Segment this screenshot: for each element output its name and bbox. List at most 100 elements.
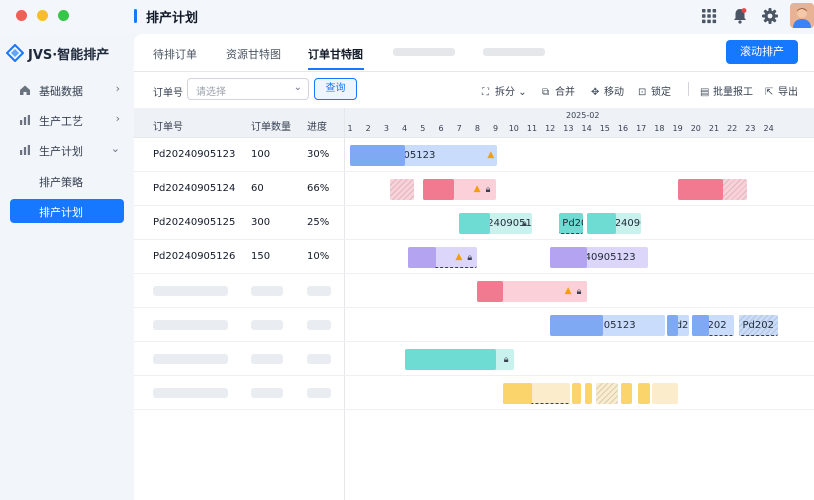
skeleton-cell: [307, 286, 331, 296]
batch-report-label: 批量报工: [713, 87, 753, 98]
page-title: 排产计划: [146, 11, 199, 26]
report-icon: ▤: [700, 87, 710, 98]
lock-icon: 🔒︎: [485, 185, 491, 195]
gantt-day-label: 2: [365, 124, 371, 133]
gantt-day-label: 12: [545, 124, 556, 133]
split-button[interactable]: ⛶ 拆分 ⌄: [482, 83, 527, 98]
gantt-day-label: 23: [745, 124, 756, 133]
gantt-day-label: 6: [438, 124, 444, 133]
lock-button[interactable]: ⊡ 锁定: [638, 83, 671, 98]
gantt-bar[interactable]: [586, 213, 616, 234]
split-icon: ⛶: [482, 87, 489, 98]
gantt-bar[interactable]: [621, 383, 633, 404]
gantt-bar[interactable]: [408, 247, 436, 268]
lock-icon: 🔒︎: [522, 219, 527, 229]
gantt-day-label: 19: [672, 124, 683, 133]
tab-order-gantt[interactable]: 订单甘特图: [308, 46, 363, 62]
split-label: 拆分: [495, 87, 515, 98]
gantt-day-label: 14: [581, 124, 592, 133]
order-select[interactable]: 请选择 ⌄: [187, 78, 309, 100]
gantt-bar[interactable]: [584, 383, 593, 404]
skeleton-cell: [307, 354, 331, 364]
gantt-bar[interactable]: [422, 179, 454, 200]
column-header-quantity: 订单数量: [251, 122, 291, 133]
gantt-bar[interactable]: [404, 349, 496, 370]
gantt-day-label: 4: [402, 124, 408, 133]
sidebar-item-production-plan[interactable]: 生产计划 ⌄: [10, 138, 124, 162]
gantt-bar[interactable]: [692, 315, 709, 336]
sidebar-item-scheduling-plan[interactable]: 排产计划: [10, 199, 124, 223]
merge-button[interactable]: ⧉ 合并: [542, 83, 575, 98]
gantt-bar[interactable]: [459, 213, 491, 234]
table-row[interactable]: [134, 376, 814, 410]
title-accent-bar: [134, 9, 137, 23]
skeleton-cell: [153, 286, 228, 296]
table-row[interactable]: [134, 274, 814, 308]
gantt-month-label: 2025-02: [566, 111, 600, 120]
rolling-schedule-button[interactable]: 滚动排产: [726, 40, 798, 64]
sidebar-item-scheduling-strategy[interactable]: 排产策略: [10, 169, 124, 193]
skeleton-cell: [251, 388, 283, 398]
gantt-bar[interactable]: [390, 179, 414, 200]
gantt-bar[interactable]: [666, 315, 678, 336]
gantt-bar[interactable]: [350, 145, 405, 166]
gantt-bar[interactable]: [477, 281, 503, 302]
table-header: 订单号 订单数量 进度 2025-02 1 2 3 4 5 6 7 8 9 10 11 12 13 14 1…: [134, 108, 814, 138]
gantt-day-label: 15: [599, 124, 610, 133]
apps-grid-icon[interactable]: [700, 7, 718, 25]
gantt-day-label: 21: [708, 124, 720, 133]
order-filter-label: 订单号: [153, 88, 183, 99]
sidebar: JVS·智能排产 基础数据 › 生产工艺 › 生产计划 ⌄ 排产策略 排产计划: [0, 34, 134, 500]
cell-order: Pd20240905123: [153, 149, 236, 160]
active-tab-indicator: [308, 68, 364, 70]
query-button[interactable]: 查询: [314, 78, 357, 100]
tab-resource-gantt[interactable]: 资源甘特图: [226, 46, 281, 62]
gantt-bar[interactable]: [550, 315, 603, 336]
chevron-right-icon: ›: [115, 112, 120, 125]
jvs-logo-icon: [6, 44, 24, 62]
window-minimize-button[interactable]: [37, 10, 48, 21]
gantt-day-label: 24: [763, 124, 774, 133]
skeleton-cell: [153, 354, 228, 364]
window-close-button[interactable]: [16, 10, 27, 21]
lock-label: 锁定: [651, 87, 671, 98]
warning-icon: ▲: [564, 286, 572, 296]
skeleton-cell: [307, 320, 331, 330]
tab-pending-orders[interactable]: 待排订单: [153, 46, 197, 62]
sidebar-item-basic-data[interactable]: 基础数据 ›: [10, 78, 124, 102]
gantt-bar[interactable]: [652, 383, 678, 404]
brand-logo[interactable]: JVS·智能排产: [6, 42, 130, 64]
filter-toolbar: 订单号 请选择 ⌄ 查询 ⛶ 拆分 ⌄ ⧉ 合并 ✥ 移动 ⊡ 锁定 ▤ 批量报工 ⇱ 导出: [134, 72, 814, 108]
gantt-bar[interactable]: [572, 383, 582, 404]
brand-name: JVS·智能排产: [28, 48, 110, 63]
sidebar-item-process[interactable]: 生产工艺 ›: [10, 108, 124, 132]
gantt-bar[interactable]: Pd202: [739, 315, 778, 336]
gantt-bar[interactable]: [677, 179, 724, 200]
bell-icon[interactable]: [731, 7, 749, 25]
move-button[interactable]: ✥ 移动: [591, 83, 624, 98]
gantt-day-label: 1: [347, 124, 353, 133]
gantt-bar[interactable]: [595, 383, 618, 404]
move-label: 移动: [604, 87, 624, 98]
home-icon: [19, 84, 31, 96]
lock-icon: 🔒︎: [467, 253, 473, 263]
gantt-day-label: 7: [456, 124, 462, 133]
user-avatar[interactable]: [790, 3, 814, 28]
gear-icon[interactable]: [761, 7, 779, 25]
sidebar-item-label: 生产工艺: [39, 115, 83, 128]
gantt-bar[interactable]: [637, 383, 651, 404]
cell-progress: 25%: [307, 217, 330, 228]
batch-report-button[interactable]: ▤ 批量报工: [700, 83, 753, 98]
move-icon: ✥: [591, 87, 600, 98]
gantt-bar[interactable]: Pd20: [559, 213, 583, 234]
export-button[interactable]: ⇱ 导出: [765, 83, 798, 98]
sidebar-item-label: 基础数据: [39, 85, 83, 98]
gantt-day-label: 13: [563, 124, 574, 133]
gantt-day-label: 18: [654, 124, 665, 133]
cell-order: Pd20240905124: [153, 183, 236, 194]
gantt-bar[interactable]: [502, 383, 532, 404]
gantt-bar[interactable]: [550, 247, 587, 268]
window-maximize-button[interactable]: [58, 10, 69, 21]
gantt-day-label: 10: [508, 124, 519, 133]
tab-placeholder: [393, 48, 455, 56]
